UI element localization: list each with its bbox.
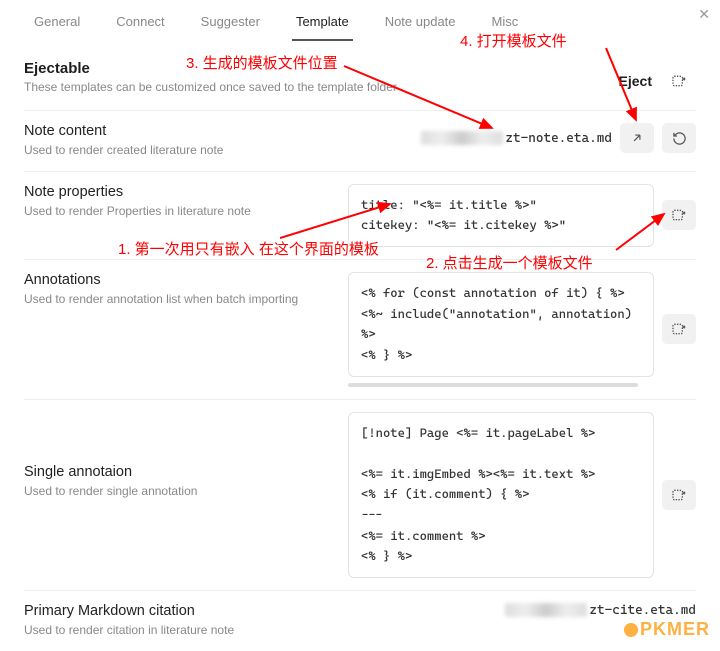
tab-suggester[interactable]: Suggester (197, 8, 264, 41)
row-title: Annotations (24, 272, 336, 288)
tabs-bar: General Connect Suggester Template Note … (0, 0, 720, 42)
external-link-icon (630, 131, 644, 145)
row-primary-citation: Primary Markdown citation Used to render… (24, 590, 696, 651)
row-desc: Used to render created literature note (24, 142, 409, 159)
tab-misc[interactable]: Misc (488, 8, 523, 41)
eject-icon (671, 73, 687, 89)
row-desc: Used to render citation in literature no… (24, 622, 493, 639)
open-file-button[interactable] (620, 123, 654, 153)
blurred-path (505, 603, 587, 617)
eject-icon (671, 487, 687, 503)
watermark: PKMER (624, 619, 710, 640)
row-desc: Used to render annotation list when batc… (24, 291, 336, 308)
template-path: zt-note.eta.md (421, 131, 612, 146)
scrollbar[interactable] (348, 383, 638, 387)
eject-icon (671, 207, 687, 223)
row-desc: Used to render Properties in literature … (24, 203, 336, 220)
template-filename: zt-cite.eta.md (589, 603, 696, 618)
row-single-annotation: Single annotaion Used to render single a… (24, 399, 696, 590)
row-title: Note content (24, 123, 409, 139)
eject-file-button[interactable] (662, 480, 696, 510)
row-title: Primary Markdown citation (24, 603, 493, 619)
eject-file-button[interactable] (662, 314, 696, 344)
template-code[interactable]: <% for (const annotation of it) { %> <%~… (348, 272, 654, 377)
row-desc: Used to render single annotation (24, 483, 336, 500)
close-icon[interactable]: ✕ (698, 6, 710, 23)
eject-all-button[interactable] (662, 66, 696, 96)
tab-noteupdate[interactable]: Note update (381, 8, 460, 41)
template-path: zt-cite.eta.md (505, 603, 696, 618)
section-desc: These templates can be customized once s… (24, 80, 397, 94)
eject-file-button[interactable] (662, 200, 696, 230)
template-code[interactable]: title: "<%= it.title %>" citekey: "<%= i… (348, 184, 654, 247)
blurred-path (421, 131, 503, 145)
undo-icon (672, 131, 687, 146)
row-annotations: Annotations Used to render annotation li… (24, 259, 696, 399)
template-filename: zt-note.eta.md (505, 131, 612, 146)
row-note-content: Note content Used to render created lite… (24, 110, 696, 171)
section-title: Ejectable (24, 60, 397, 77)
tab-connect[interactable]: Connect (112, 8, 168, 41)
row-title: Note properties (24, 184, 336, 200)
eject-icon (671, 321, 687, 337)
ejectable-header: Ejectable These templates can be customi… (24, 60, 696, 96)
eject-label: Eject (619, 73, 652, 89)
reset-button[interactable] (662, 123, 696, 153)
tab-template[interactable]: Template (292, 8, 353, 41)
tab-general[interactable]: General (30, 8, 84, 41)
row-title: Single annotaion (24, 464, 336, 480)
template-code[interactable]: [!note] Page <%= it.pageLabel %> <%= it.… (348, 412, 654, 578)
row-note-properties: Note properties Used to render Propertie… (24, 171, 696, 259)
